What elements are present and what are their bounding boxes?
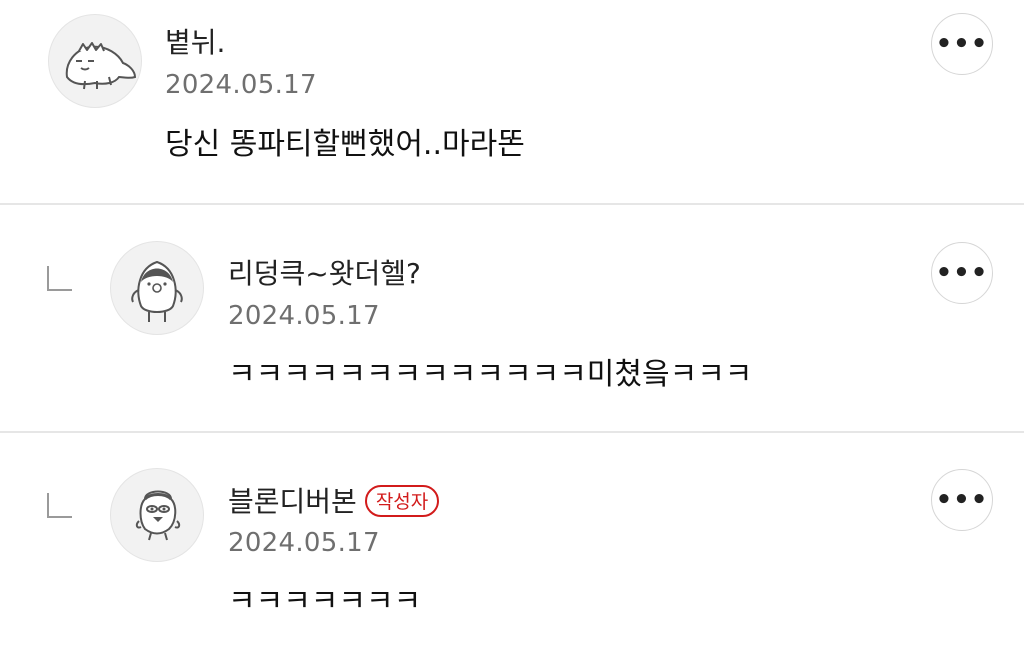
comment-text: ㅋㅋㅋㅋㅋㅋㅋ — [228, 584, 422, 619]
reply-comment-item: 블론디버본 작성자 2024.05.17 ㅋㅋㅋㅋㅋㅋㅋ ••• — [0, 433, 1024, 650]
reply-arrow-icon — [47, 266, 72, 291]
comment-item: 볕뉘. 2024.05.17 당신 똥파티할뻔했어..마라똔 ••• — [0, 0, 1024, 205]
ellipsis-icon: ••• — [935, 29, 989, 59]
comment-author[interactable]: 리덩큭~왓더헬? — [228, 257, 421, 291]
comment-date: 2024.05.17 — [165, 70, 317, 100]
penguin-avatar-icon[interactable] — [110, 241, 204, 335]
comment-text: ㅋㅋㅋㅋㅋㅋㅋㅋㅋㅋㅋㅋㅋ미쳤읔ㅋㅋㅋ — [228, 357, 753, 392]
comment-author[interactable]: 블론디버본 — [228, 485, 357, 518]
more-options-button[interactable]: ••• — [931, 13, 993, 75]
comment-author-row: 블론디버본 작성자 — [228, 485, 440, 519]
comment-author[interactable]: 볕뉘. — [165, 26, 225, 60]
comment-text: 당신 똥파티할뻔했어..마라똔 — [165, 127, 525, 162]
author-badge: 작성자 — [364, 485, 440, 517]
bird-avatar-icon[interactable] — [110, 468, 204, 562]
reply-arrow-icon — [47, 493, 72, 518]
ellipsis-icon: ••• — [935, 258, 989, 288]
dinosaur-avatar-icon[interactable] — [48, 14, 142, 108]
ellipsis-icon: ••• — [935, 485, 989, 515]
more-options-button[interactable]: ••• — [931, 469, 993, 531]
comment-date: 2024.05.17 — [228, 528, 380, 558]
more-options-button[interactable]: ••• — [931, 242, 993, 304]
comment-date: 2024.05.17 — [228, 301, 380, 331]
reply-comment-item: 리덩큭~왓더헬? 2024.05.17 ㅋㅋㅋㅋㅋㅋㅋㅋㅋㅋㅋㅋㅋ미쳤읔ㅋㅋㅋ … — [0, 205, 1024, 433]
